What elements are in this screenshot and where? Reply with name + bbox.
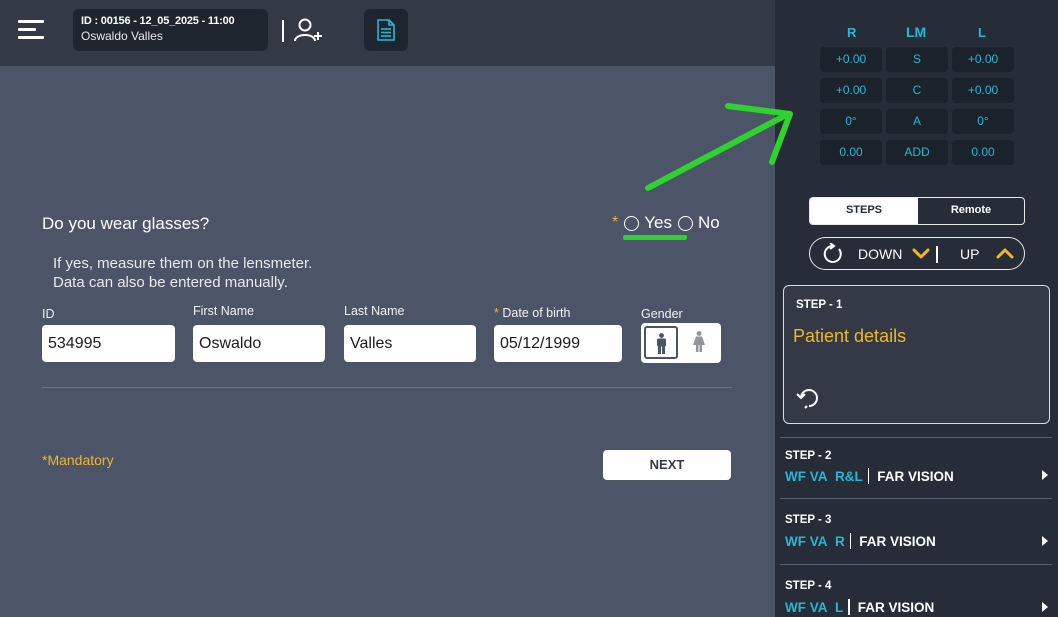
id-input[interactable]: 534995 <box>42 325 175 362</box>
last-name-input[interactable]: Valles <box>344 325 476 362</box>
lm-label-axis: A <box>886 109 948 134</box>
radio-yes-label: Yes <box>644 213 672 232</box>
lm-label-sphere: S <box>886 47 948 72</box>
lensmeter-hint: If yes, measure them on the lensmeter. D… <box>53 254 312 292</box>
hint-line-2: Data can also be entered manually. <box>53 274 288 291</box>
step-2-eye: R&L <box>835 468 863 484</box>
down-label[interactable]: DOWN <box>858 246 902 262</box>
patient-chip[interactable]: ID : 00156 - 12_05_2025 - 11:00 Oswaldo … <box>73 9 268 51</box>
step-3-number: STEP - 3 <box>785 514 832 526</box>
steps-remote-toggle: STEPS Remote <box>809 197 1025 225</box>
tab-steps[interactable]: STEPS <box>810 198 918 224</box>
reset-step-icon[interactable] <box>796 386 822 410</box>
lm-l-cylinder[interactable]: +0.00 <box>952 78 1014 103</box>
step-4-mode: FAR VISION <box>857 599 935 615</box>
step-row-3[interactable]: STEP - 3 WF VA R FAR VISION <box>780 498 1052 564</box>
current-step-number: STEP - 1 <box>796 299 843 311</box>
step-4-eye: L <box>835 599 844 615</box>
up-label[interactable]: UP <box>960 246 979 262</box>
lm-col-lm: LM <box>906 24 927 40</box>
step-4-chevron-right-icon[interactable] <box>1042 602 1048 612</box>
female-icon <box>693 331 705 352</box>
step-3-detail: WF VA R FAR VISION <box>785 533 936 549</box>
step-2-chevron-right-icon[interactable] <box>1042 470 1048 480</box>
lm-label-add: ADD <box>886 140 948 165</box>
glasses-question: Do you wear glasses? <box>42 214 210 233</box>
step-3-mode: FAR VISION <box>859 533 936 549</box>
hint-line-1: If yes, measure them on the lensmeter. <box>53 255 313 272</box>
radio-yes[interactable]: Yes <box>624 213 672 233</box>
first-name-input[interactable]: Oswaldo <box>193 325 325 362</box>
lm-r-axis[interactable]: 0° <box>820 109 882 134</box>
step-3-chevron-right-icon[interactable] <box>1042 536 1048 546</box>
lm-r-cylinder[interactable]: +0.00 <box>820 78 882 103</box>
current-step-card[interactable]: STEP - 1 Patient details <box>783 285 1050 424</box>
last-name-label: Last Name <box>344 304 405 318</box>
patient-id-line: ID : 00156 - 12_05_2025 - 11:00 <box>81 15 235 27</box>
refresh-icon[interactable] <box>822 243 844 265</box>
step-3-eye: R <box>835 533 845 549</box>
step-2-detail: WF VA R&L FAR VISION <box>785 468 954 484</box>
tab-remote[interactable]: Remote <box>918 198 1024 224</box>
annotation-underline <box>623 235 687 240</box>
id-label: ID <box>42 307 55 321</box>
document-icon <box>377 19 395 41</box>
current-step-title: Patient details <box>793 326 907 346</box>
step-navigator: DOWN UP <box>809 237 1025 270</box>
step-row-4[interactable]: STEP - 4 WF VA L FAR VISION <box>780 564 1052 617</box>
lm-l-sphere[interactable]: +0.00 <box>952 47 1014 72</box>
step-4-test: WF VA <box>785 599 828 615</box>
annotation-arrow-icon <box>645 103 793 191</box>
header-divider <box>282 20 284 42</box>
step-2-number: STEP - 2 <box>785 450 832 462</box>
lm-l-axis[interactable]: 0° <box>952 109 1014 134</box>
lm-r-add[interactable]: 0.00 <box>820 140 882 165</box>
top-bar: ID : 00156 - 12_05_2025 - 11:00 Oswaldo … <box>0 0 775 66</box>
first-name-label: First Name <box>193 304 255 318</box>
male-icon <box>657 333 666 354</box>
radio-yes-circle[interactable] <box>624 215 640 231</box>
step-4-number: STEP - 4 <box>785 580 832 592</box>
step-4-detail: WF VA L FAR VISION <box>785 599 934 615</box>
gender-male-button[interactable] <box>644 326 678 359</box>
step-row-2[interactable]: STEP - 2 WF VA R&L FAR VISION <box>780 437 1052 499</box>
lm-r-sphere[interactable]: +0.00 <box>820 47 882 72</box>
dob-label-text: Date of birth <box>502 306 571 320</box>
radio-no-circle[interactable] <box>677 215 693 231</box>
form-divider <box>42 387 732 388</box>
chevron-up-icon[interactable] <box>996 248 1014 259</box>
lm-l-add[interactable]: 0.00 <box>952 140 1014 165</box>
radio-no[interactable]: No <box>677 213 720 233</box>
step-2-mode: FAR VISION <box>877 468 954 484</box>
dob-required-mark: * <box>494 306 499 320</box>
lm-label-cylinder: C <box>886 78 948 103</box>
gender-label: Gender <box>641 307 683 321</box>
navigator-divider <box>936 246 938 263</box>
hamburger-menu-icon[interactable] <box>18 20 44 40</box>
dob-input[interactable]: 05/12/1999 <box>494 325 622 362</box>
lm-col-r: R <box>847 25 857 40</box>
report-button[interactable] <box>364 9 408 51</box>
patient-name: Oswaldo Valles <box>81 29 163 43</box>
glasses-radio-group: * Yes No <box>612 213 726 233</box>
next-button[interactable]: NEXT <box>603 450 731 480</box>
add-user-icon[interactable] <box>294 17 322 43</box>
radio-no-label: No <box>697 213 720 232</box>
mandatory-note: *Mandatory <box>42 452 114 468</box>
gender-selector <box>641 323 721 363</box>
gender-female-button[interactable] <box>683 326 717 359</box>
dob-label: * Date of birth <box>494 306 570 320</box>
step-2-test: WF VA <box>785 468 828 484</box>
lm-col-l: L <box>978 25 986 40</box>
chevron-down-icon[interactable] <box>912 248 930 259</box>
step-3-test: WF VA <box>785 533 828 549</box>
required-mark: * <box>612 214 619 231</box>
